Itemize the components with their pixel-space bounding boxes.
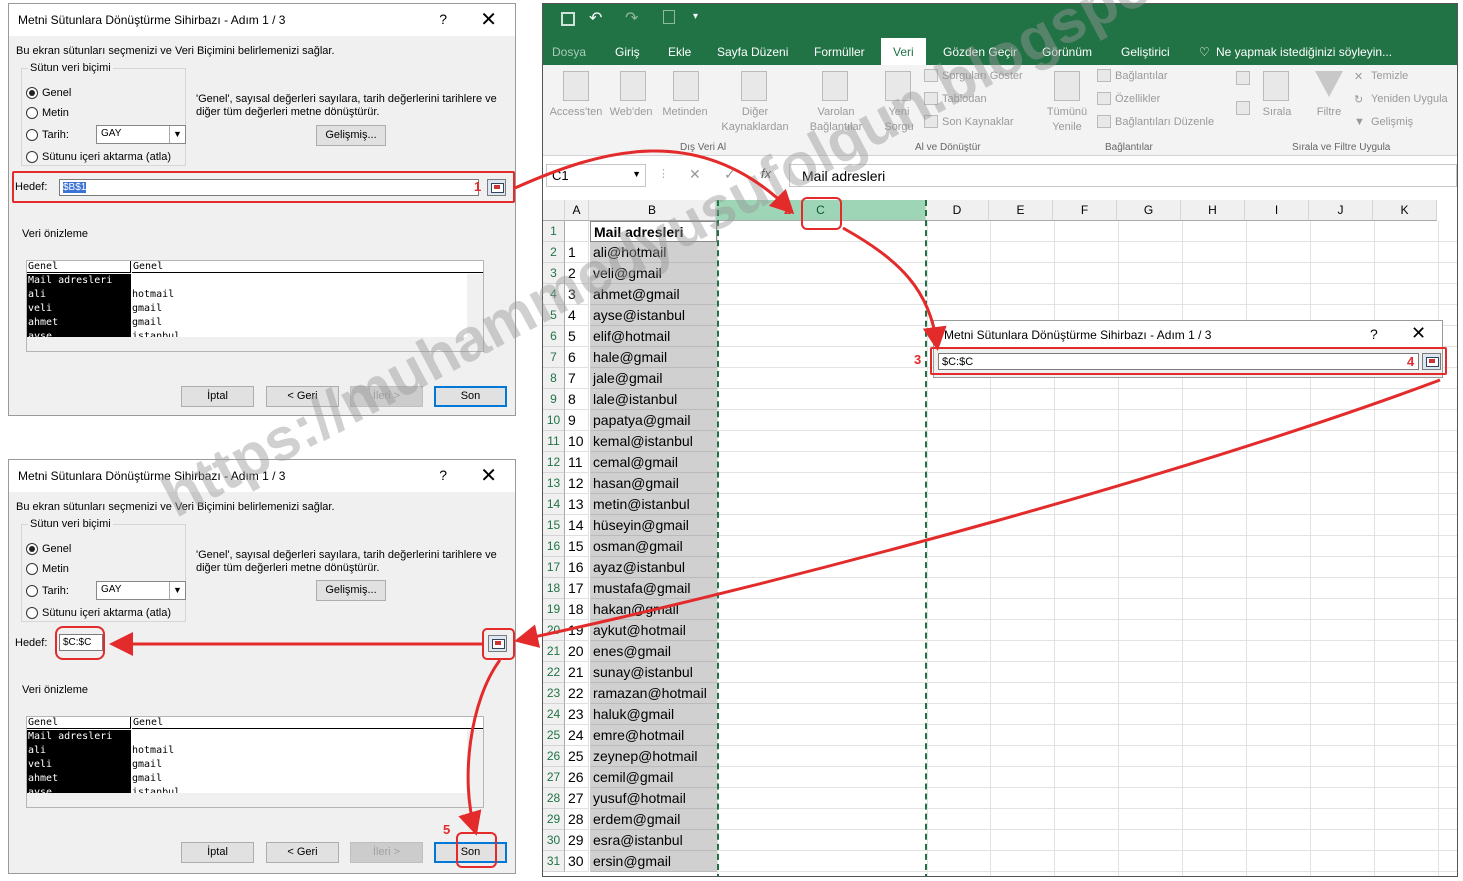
arrow-4-to-picker — [514, 378, 1441, 648]
arrow-2-to-3 — [842, 226, 947, 351]
annotation-arrows — [109, 149, 1441, 836]
arrow-to-finish — [458, 659, 502, 836]
arrow-1-to-2 — [514, 149, 795, 215]
